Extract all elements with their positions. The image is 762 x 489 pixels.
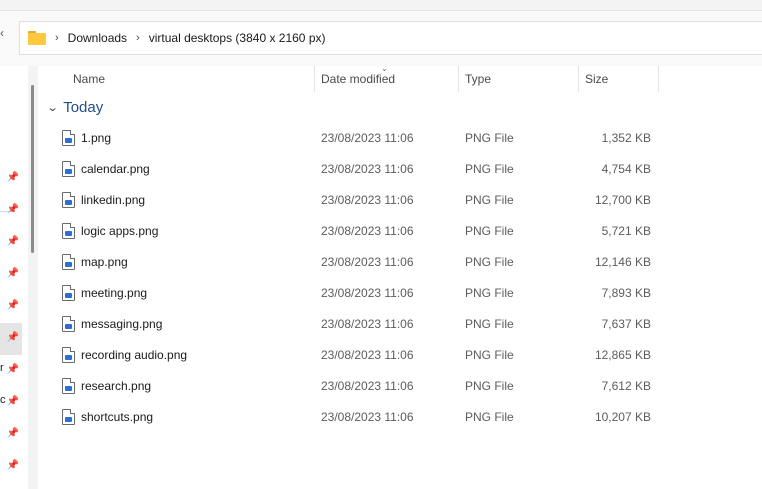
png-file-icon	[62, 316, 75, 332]
file-type: PNG File	[465, 255, 514, 269]
folder-icon	[28, 31, 46, 45]
address-bar[interactable]: › Downloads › virtual desktops (3840 x 2…	[19, 21, 762, 55]
file-size: 4,754 KB	[601, 162, 651, 176]
navigation-pane: 📌 📌 📌 📌 📌 📌 📌 📌 📌 📌 r c	[0, 66, 22, 489]
file-name: calendar.png	[81, 162, 150, 176]
nav-chevron-icon[interactable]: ‹	[0, 26, 4, 40]
file-name: map.png	[81, 255, 128, 269]
title-bar-strip	[0, 0, 762, 11]
file-size: 7,893 KB	[601, 286, 651, 300]
file-date: 23/08/2023 11:06	[321, 348, 414, 362]
column-header-type[interactable]: Type	[465, 72, 491, 86]
breadcrumb-chevron-icon[interactable]: ›	[136, 32, 140, 44]
pin-icon[interactable]: 📌	[6, 331, 20, 345]
png-file-icon	[62, 347, 75, 363]
file-row[interactable]: messaging.png 23/08/2023 11:06 PNG File …	[39, 309, 762, 340]
file-name: 1.png	[81, 131, 112, 145]
file-row[interactable]: linkedin.png 23/08/2023 11:06 PNG File 1…	[39, 185, 762, 216]
file-row[interactable]: calendar.png 23/08/2023 11:06 PNG File 4…	[39, 154, 762, 185]
pin-icon[interactable]: 📌	[6, 395, 20, 409]
pin-icon[interactable]: 📌	[6, 363, 20, 377]
file-size: 12,146 KB	[594, 255, 651, 269]
pin-icon[interactable]: 📌	[6, 299, 20, 313]
png-file-icon	[62, 161, 75, 177]
sidebar-item-label[interactable]: c	[0, 394, 6, 406]
file-name: shortcuts.png	[81, 410, 154, 424]
file-row[interactable]: 1.png 23/08/2023 11:06 PNG File 1,352 KB	[39, 123, 762, 154]
png-file-icon	[62, 223, 75, 239]
column-header-name[interactable]: Name	[73, 72, 105, 86]
column-header-row: Name ⌄ Date modified Type Size	[39, 64, 762, 92]
column-divider[interactable]	[314, 66, 315, 92]
file-size: 12,865 KB	[594, 348, 651, 362]
file-type: PNG File	[465, 162, 514, 176]
file-name: research.png	[81, 379, 152, 393]
file-date: 23/08/2023 11:06	[321, 379, 414, 393]
file-row[interactable]: map.png 23/08/2023 11:06 PNG File 12,146…	[39, 247, 762, 278]
pin-icon[interactable]: 📌	[6, 171, 20, 185]
file-date: 23/08/2023 11:06	[321, 131, 414, 145]
file-size: 7,612 KB	[601, 379, 651, 393]
pin-icon[interactable]: 📌	[6, 427, 20, 441]
group-header-today[interactable]: ⌄ Today	[47, 99, 104, 116]
file-size: 12,700 KB	[594, 193, 651, 207]
file-size: 10,207 KB	[594, 410, 651, 424]
file-date: 23/08/2023 11:06	[321, 410, 414, 424]
file-name: recording audio.png	[81, 348, 188, 362]
png-file-icon	[62, 378, 75, 394]
file-size: 1,352 KB	[601, 131, 651, 145]
png-file-icon	[62, 254, 75, 270]
sidebar-scrollbar-thumb[interactable]	[31, 85, 34, 253]
file-row[interactable]: logic apps.png 23/08/2023 11:06 PNG File…	[39, 216, 762, 247]
pin-icon[interactable]: 📌	[6, 459, 20, 473]
file-size: 7,637 KB	[601, 317, 651, 331]
file-name: meeting.png	[81, 286, 148, 300]
chevron-down-icon[interactable]: ⌄	[47, 101, 59, 114]
file-date: 23/08/2023 11:06	[321, 286, 414, 300]
file-row[interactable]: recording audio.png 23/08/2023 11:06 PNG…	[39, 340, 762, 371]
png-file-icon	[62, 409, 75, 425]
file-date: 23/08/2023 11:06	[321, 317, 414, 331]
file-date: 23/08/2023 11:06	[321, 255, 414, 269]
png-file-icon	[62, 130, 75, 146]
column-header-size[interactable]: Size	[585, 72, 608, 86]
file-date: 23/08/2023 11:06	[321, 162, 414, 176]
breadcrumb-chevron-icon[interactable]: ›	[55, 32, 59, 44]
column-divider[interactable]	[458, 66, 459, 92]
file-type: PNG File	[465, 286, 514, 300]
png-file-icon	[62, 285, 75, 301]
file-type: PNG File	[465, 317, 514, 331]
pin-icon[interactable]: 📌	[6, 267, 20, 281]
file-name: messaging.png	[81, 317, 163, 331]
file-type: PNG File	[465, 410, 514, 424]
file-date: 23/08/2023 11:06	[321, 224, 414, 238]
sidebar-item-label[interactable]: r	[0, 362, 4, 374]
file-type: PNG File	[465, 131, 514, 145]
column-divider[interactable]	[658, 66, 659, 92]
file-type: PNG File	[465, 224, 514, 238]
column-divider[interactable]	[578, 66, 579, 92]
file-type: PNG File	[465, 348, 514, 362]
group-label: Today	[63, 99, 104, 116]
breadcrumb-downloads[interactable]: Downloads	[68, 31, 127, 45]
file-row[interactable]: meeting.png 23/08/2023 11:06 PNG File 7,…	[39, 278, 762, 309]
file-row[interactable]: research.png 23/08/2023 11:06 PNG File 7…	[39, 371, 762, 402]
file-name: logic apps.png	[81, 224, 159, 238]
file-date: 23/08/2023 11:06	[321, 193, 414, 207]
file-row[interactable]: shortcuts.png 23/08/2023 11:06 PNG File …	[39, 402, 762, 433]
png-file-icon	[62, 192, 75, 208]
file-size: 5,721 KB	[601, 224, 651, 238]
pin-icon[interactable]: 📌	[6, 235, 20, 249]
file-name: linkedin.png	[81, 193, 146, 207]
file-type: PNG File	[465, 379, 514, 393]
column-header-date-modified[interactable]: Date modified	[321, 72, 395, 86]
file-type: PNG File	[465, 193, 514, 207]
breadcrumb-current-folder[interactable]: virtual desktops (3840 x 2160 px)	[149, 31, 326, 45]
pin-icon[interactable]: 📌	[6, 203, 20, 217]
